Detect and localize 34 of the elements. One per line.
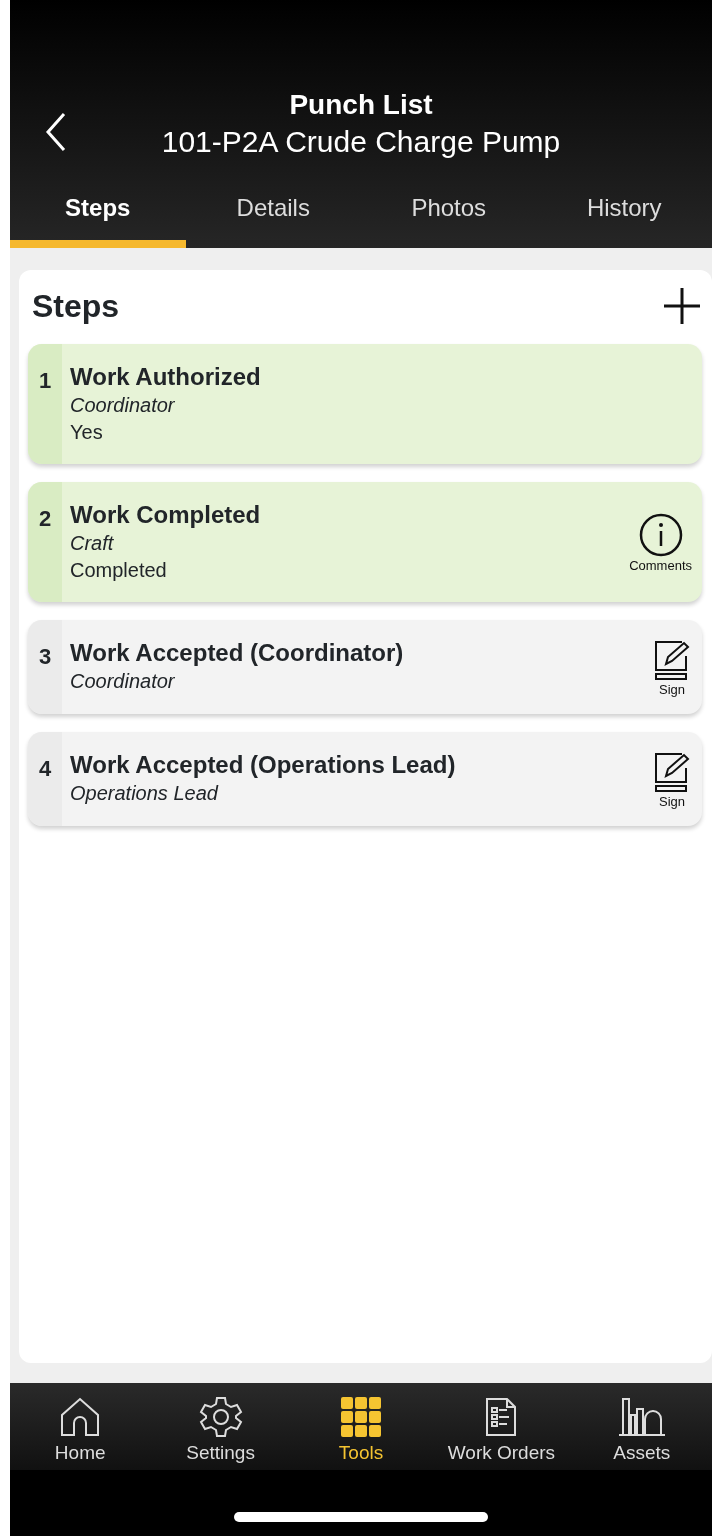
tab[interactable]: Photos (361, 174, 537, 248)
step-role: Craft (70, 531, 115, 556)
tab[interactable]: History (536, 174, 712, 248)
nav-tab[interactable]: Work Orders (431, 1383, 572, 1470)
comments-button[interactable]: Comments (619, 511, 702, 573)
step-number: 3 (28, 620, 62, 714)
step-value: Yes (70, 420, 104, 445)
add-icon[interactable] (662, 286, 702, 326)
nav-tab[interactable]: Settings (150, 1383, 291, 1470)
nav-tab[interactable]: Tools (290, 1383, 432, 1470)
nav-tab[interactable]: Assets (571, 1383, 712, 1470)
step-number: 2 (28, 482, 62, 602)
step-role: Operations Lead (70, 781, 220, 806)
step-value: Completed (70, 558, 168, 583)
settings-icon (198, 1395, 243, 1439)
step-number: 4 (28, 732, 62, 826)
step-title: Work Accepted (Coordinator) (70, 638, 405, 668)
sign-button[interactable]: Sign (642, 637, 702, 697)
grid-icon (339, 1395, 383, 1439)
step-number: 1 (28, 344, 62, 464)
step-title: Work Accepted (Operations Lead) (70, 750, 457, 780)
sign-button[interactable]: Sign (642, 749, 702, 809)
step-title: Work Completed (70, 500, 262, 530)
refinery-icon (616, 1395, 667, 1439)
screen-title: Punch List (289, 88, 433, 122)
tab[interactable]: Details (185, 174, 361, 248)
panel-title: Steps (32, 287, 120, 326)
step-role: Coordinator (70, 393, 176, 418)
step-title: Work Authorized (70, 362, 262, 392)
tab[interactable]: Steps (10, 174, 186, 248)
info-icon (637, 511, 684, 558)
nav-tab[interactable]: Home (10, 1383, 151, 1470)
step-role: Coordinator (70, 669, 176, 694)
screen-subtitle: 101-P2A Crude Charge Pump (161, 124, 561, 160)
